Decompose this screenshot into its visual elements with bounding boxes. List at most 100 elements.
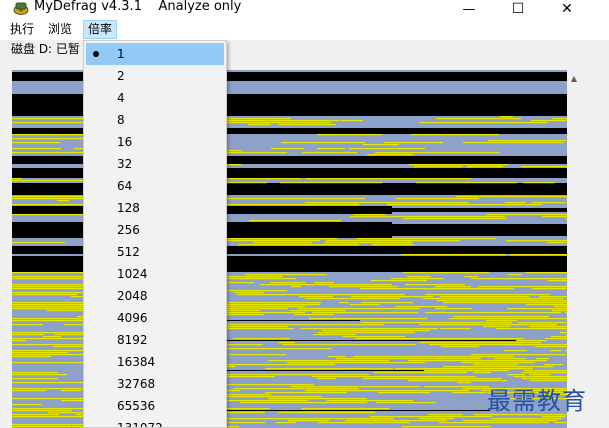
used-cluster xyxy=(234,292,264,294)
used-cluster xyxy=(441,346,479,348)
used-cluster xyxy=(438,422,549,424)
used-cluster xyxy=(237,294,405,296)
zoom-option-label: 8 xyxy=(117,113,125,127)
used-cluster xyxy=(367,154,413,156)
used-cluster xyxy=(429,344,567,346)
window-title: MyDefrag v4.3.1 Analyze only xyxy=(34,0,242,14)
used-cluster xyxy=(478,286,567,288)
used-cluster xyxy=(12,334,44,336)
zoom-option-4[interactable]: 4 xyxy=(86,87,224,109)
used-cluster xyxy=(318,332,415,334)
used-cluster xyxy=(440,296,529,298)
used-cluster xyxy=(496,328,567,330)
used-cluster xyxy=(552,118,567,120)
used-cluster xyxy=(414,166,462,168)
used-cluster xyxy=(317,148,345,150)
used-cluster xyxy=(529,374,551,376)
used-cluster xyxy=(471,278,567,280)
used-cluster xyxy=(529,326,567,328)
used-cluster xyxy=(356,238,496,240)
menu-browse[interactable]: 浏览 xyxy=(44,20,76,39)
zoom-option-32768[interactable]: 32768 xyxy=(86,373,224,395)
zoom-option-32[interactable]: 32 xyxy=(86,153,224,175)
used-cluster xyxy=(299,296,333,298)
used-cluster xyxy=(395,306,447,308)
zoom-option-512[interactable]: 512 xyxy=(86,241,224,263)
used-cluster xyxy=(276,422,296,424)
used-cluster xyxy=(375,152,500,154)
zoom-option-16384[interactable]: 16384 xyxy=(86,351,224,373)
zoom-option-8192[interactable]: 8192 xyxy=(86,329,224,351)
used-cluster xyxy=(440,328,471,330)
zoom-option-2[interactable]: 2 xyxy=(86,65,224,87)
zoom-option-16[interactable]: 16 xyxy=(86,131,224,153)
zoom-option-label: 131072 xyxy=(117,421,163,428)
used-cluster xyxy=(280,182,382,184)
minimize-icon: — xyxy=(462,1,476,17)
mydefrag-app-icon[interactable] xyxy=(13,1,29,15)
used-cluster xyxy=(12,142,60,144)
used-cluster xyxy=(268,398,367,400)
used-cluster xyxy=(268,360,389,362)
used-cluster xyxy=(322,330,430,332)
used-cluster xyxy=(554,422,567,424)
zoom-option-128[interactable]: 128 xyxy=(86,197,224,219)
used-cluster xyxy=(407,276,431,278)
minimize-button[interactable]: — xyxy=(446,0,492,18)
used-cluster xyxy=(343,336,405,338)
zoom-option-1024[interactable]: 1024 xyxy=(86,263,224,285)
zoom-option-2048[interactable]: 2048 xyxy=(86,285,224,307)
scroll-up-arrow-icon[interactable]: ▲ xyxy=(567,70,581,86)
used-cluster xyxy=(313,334,356,336)
used-cluster xyxy=(473,364,518,366)
used-cluster xyxy=(419,122,547,124)
used-cluster xyxy=(12,372,58,374)
used-cluster xyxy=(522,166,567,168)
used-cluster xyxy=(223,396,322,398)
used-cluster xyxy=(339,302,349,304)
menu-zoom[interactable]: 倍率 xyxy=(83,20,118,39)
used-cluster xyxy=(12,178,22,180)
zoom-option-65536[interactable]: 65536 xyxy=(86,395,224,417)
unmovable-band xyxy=(392,224,567,236)
used-cluster xyxy=(500,116,513,118)
used-cluster xyxy=(350,304,380,306)
zoom-option-label: 32 xyxy=(117,157,133,171)
used-cluster xyxy=(317,378,336,380)
used-cluster xyxy=(260,284,392,286)
used-cluster xyxy=(548,280,567,282)
used-cluster xyxy=(524,370,567,372)
maximize-button[interactable]: ☐ xyxy=(495,0,541,18)
used-cluster xyxy=(405,284,465,286)
zoom-option-131072[interactable]: 131072 xyxy=(86,417,224,428)
used-cluster xyxy=(391,278,444,280)
used-cluster xyxy=(483,326,510,328)
used-cluster xyxy=(542,216,567,218)
used-cluster xyxy=(238,244,359,246)
used-cluster xyxy=(535,346,567,348)
zoom-option-1[interactable]: 1 xyxy=(86,43,224,65)
zoom-option-256[interactable]: 256 xyxy=(86,219,224,241)
zoom-option-8[interactable]: 8 xyxy=(86,109,224,131)
used-cluster xyxy=(420,342,541,344)
zoom-option-label: 4 xyxy=(117,91,125,105)
zoom-option-64[interactable]: 64 xyxy=(86,175,224,197)
used-cluster xyxy=(288,420,329,422)
used-cluster xyxy=(225,374,369,376)
used-cluster xyxy=(400,244,414,246)
zoom-option-label: 128 xyxy=(117,201,140,215)
menu-execute[interactable]: 执行 xyxy=(6,20,38,39)
used-cluster xyxy=(265,392,347,394)
vertical-scrollbar[interactable]: ▲ xyxy=(567,70,581,428)
used-cluster xyxy=(424,386,489,388)
used-cluster xyxy=(522,372,567,374)
zoom-option-4096[interactable]: 4096 xyxy=(86,307,224,329)
used-cluster xyxy=(403,272,489,274)
used-cluster xyxy=(403,218,507,220)
close-button[interactable]: ✕ xyxy=(544,0,590,18)
used-cluster xyxy=(525,272,567,274)
zoom-option-label: 16 xyxy=(117,135,133,149)
used-cluster xyxy=(411,134,499,136)
used-cluster xyxy=(249,220,341,222)
used-cluster xyxy=(488,140,567,142)
